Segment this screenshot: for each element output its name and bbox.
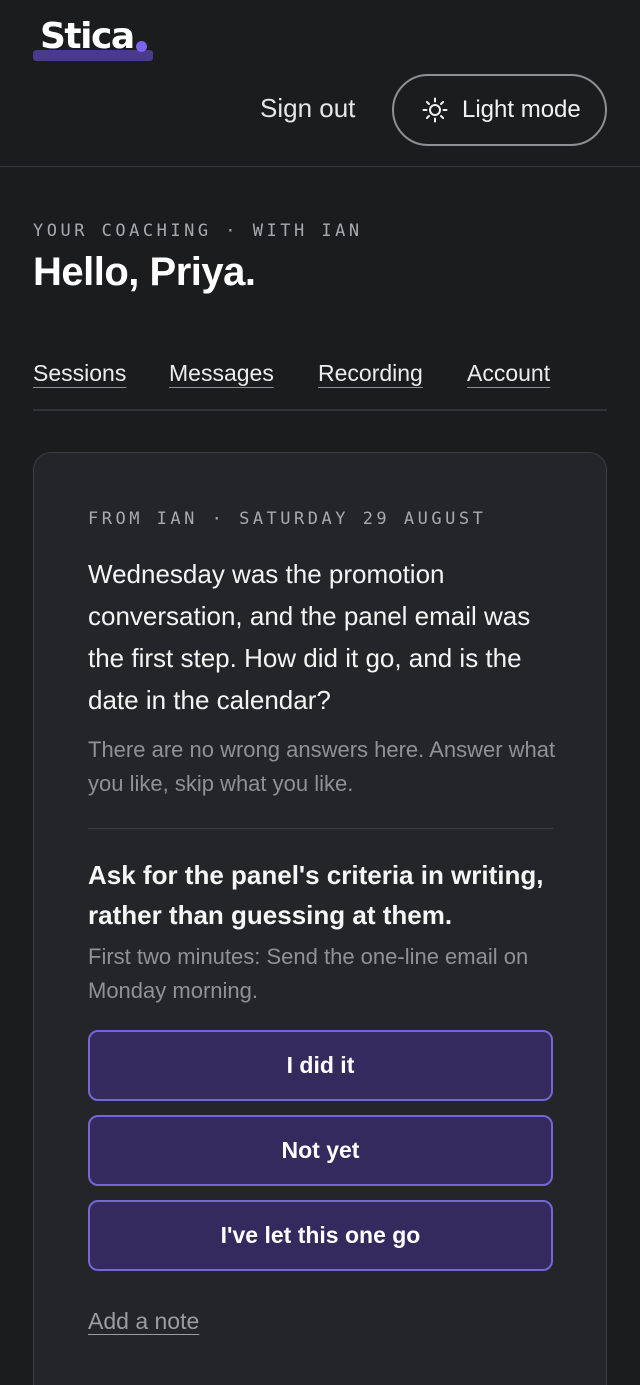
message-eyebrow: FROM IAN · SATURDAY 29 AUGUST	[88, 509, 487, 529]
let-go-button[interactable]: I've let this one go	[88, 1200, 553, 1271]
reassurance-text: There are no wrong answers here. Answer …	[88, 737, 556, 796]
logo[interactable]: Stica	[40, 16, 135, 57]
checkin-question: Wednesday was the promotion conversation…	[88, 559, 531, 715]
sun-icon	[422, 97, 448, 123]
sign-out-link[interactable]: Sign out	[260, 93, 355, 124]
action-detail: First two minutes: Send the one-line ema…	[88, 944, 529, 1003]
tab-messages[interactable]: Messages	[169, 360, 274, 387]
tab-recording[interactable]: Recording	[318, 360, 423, 387]
checkin-card: FROM IAN · SATURDAY 29 AUGUST Wednesday …	[33, 452, 607, 1385]
tab-sessions[interactable]: Sessions	[33, 360, 126, 387]
page: Stica Sign out Light mode YOUR COACHING …	[0, 0, 640, 1385]
tab-account[interactable]: Account	[467, 360, 550, 387]
light-mode-button[interactable]: Light mode	[392, 74, 607, 146]
app-header: Stica Sign out Light mode	[0, 0, 640, 167]
logo-dot	[136, 41, 147, 52]
did-it-button[interactable]: I did it	[88, 1030, 553, 1101]
coaching-eyebrow: YOUR COACHING · WITH IAN	[33, 221, 363, 241]
not-yet-button[interactable]: Not yet	[88, 1115, 553, 1186]
add-note-link[interactable]: Add a note	[88, 1308, 199, 1335]
light-mode-label: Light mode	[462, 96, 581, 123]
page-title: Hello, Priya.	[33, 250, 256, 294]
tab-bar: Sessions Messages Recording Account	[33, 360, 607, 411]
action-title: Ask for the panel's criteria in writing,…	[88, 860, 544, 930]
card-divider	[88, 828, 553, 829]
